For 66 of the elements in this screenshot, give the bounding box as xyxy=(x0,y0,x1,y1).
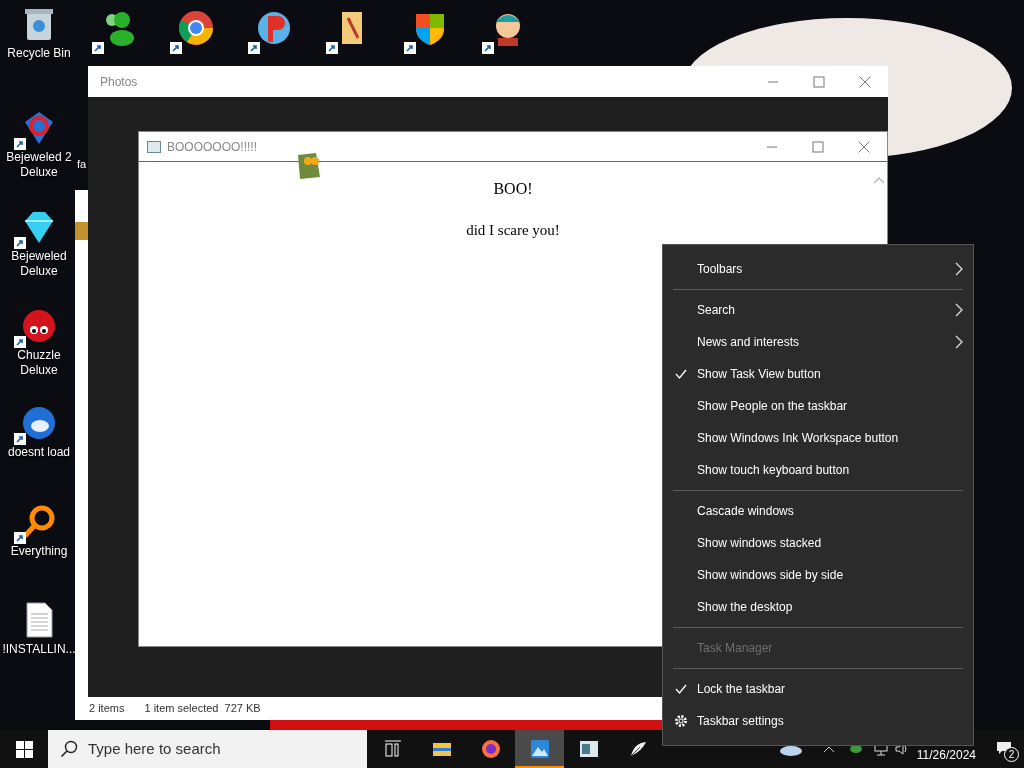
desktop-icon-label[interactable]: !INSTALLIN... xyxy=(2,642,76,657)
notification-button[interactable]: 2 xyxy=(990,730,1020,768)
mountain-picture-icon xyxy=(529,739,550,759)
shortcut-arrow-icon xyxy=(404,42,416,54)
tray-app-icon[interactable] xyxy=(848,744,863,754)
desktop-icon-label[interactable]: fa xyxy=(77,158,87,171)
maximize-icon xyxy=(813,75,825,88)
status-text: 2 items xyxy=(89,701,125,716)
ribbon-band xyxy=(75,222,88,240)
shortcut-arrow-icon xyxy=(326,42,338,54)
desktop-icon-label[interactable]: Bejeweled 2 Deluxe xyxy=(2,150,76,180)
desktop-icon-label[interactable]: Everything xyxy=(10,544,68,559)
menu-item[interactable]: Show windows stacked xyxy=(663,527,973,559)
close-icon xyxy=(859,75,871,88)
close-icon xyxy=(858,140,870,153)
minimize-icon xyxy=(766,145,778,148)
menu-item[interactable]: Show People on the taskbar xyxy=(663,390,973,422)
browser-icon xyxy=(176,8,216,48)
shortcut-arrow-icon xyxy=(14,138,26,150)
goblin-drawing xyxy=(296,151,322,181)
desktop-icon-label[interactable]: Bejeweled Deluxe xyxy=(2,249,76,279)
desktop-icon-label[interactable]: doesnt load xyxy=(7,445,71,460)
chevron-right-icon xyxy=(955,262,963,276)
menu-item[interactable]: Toolbars xyxy=(663,253,973,285)
shortcut-arrow-icon xyxy=(14,237,26,249)
task-view-icon xyxy=(382,739,403,759)
menu-item[interactable]: Show windows side by side xyxy=(663,559,973,591)
chevron-right-icon xyxy=(955,335,963,349)
menu-item[interactable]: Taskbar settings xyxy=(663,705,973,737)
taskbar-app-button[interactable] xyxy=(515,730,564,768)
shortcut-arrow-icon xyxy=(14,532,26,544)
message-text: did I scare you! xyxy=(466,221,560,240)
menu-item[interactable]: Show Windows Ink Workspace button xyxy=(663,422,973,454)
menu-item[interactable]: Lock the taskbar xyxy=(663,673,973,705)
window-title: Photos xyxy=(100,73,139,91)
heading-text: BOO! xyxy=(493,179,533,199)
app-window-icon xyxy=(578,739,599,759)
menu-item[interactable]: Search xyxy=(663,294,973,326)
minimize-icon xyxy=(767,80,779,83)
shortcut-arrow-icon xyxy=(248,42,260,54)
chevron-right-icon xyxy=(955,303,963,317)
maximize-icon xyxy=(812,140,824,153)
shortcut-arrow-icon xyxy=(92,42,104,54)
status-text: 1 item selected 727 KB xyxy=(144,701,261,716)
menu-item[interactable]: Show touch keyboard button xyxy=(663,454,973,486)
search-icon xyxy=(60,740,78,758)
shortcut-arrow-icon xyxy=(482,42,494,54)
desktop-icon-label[interactable]: Chuzzle Deluxe xyxy=(2,348,76,378)
search-input[interactable]: Type here to search xyxy=(88,737,367,761)
window-title: BOOOOOOO!!!!! xyxy=(167,138,258,156)
menu-item[interactable]: Show the desktop xyxy=(663,591,973,623)
menu-item[interactable]: Show Task View button xyxy=(663,358,973,390)
shortcut-arrow-icon xyxy=(170,42,182,54)
windows-logo-icon xyxy=(15,740,33,758)
desktop-icon-label[interactable]: Recycle Bin xyxy=(7,46,71,61)
menu-item[interactable]: News and interests xyxy=(663,326,973,358)
chevron-up-icon[interactable] xyxy=(822,745,835,753)
app-window-icon xyxy=(147,140,161,153)
shortcut-arrow-icon xyxy=(14,433,26,445)
clock-date[interactable]: 11/26/2024 xyxy=(916,746,976,764)
menu-item[interactable]: Cascade windows xyxy=(663,495,973,527)
notification-count: 2 xyxy=(1004,747,1019,762)
search-field[interactable]: Type here to search xyxy=(48,730,367,768)
shortcut-arrow-icon xyxy=(14,336,26,348)
browser-icon xyxy=(480,739,501,759)
settings-icon xyxy=(674,714,688,728)
